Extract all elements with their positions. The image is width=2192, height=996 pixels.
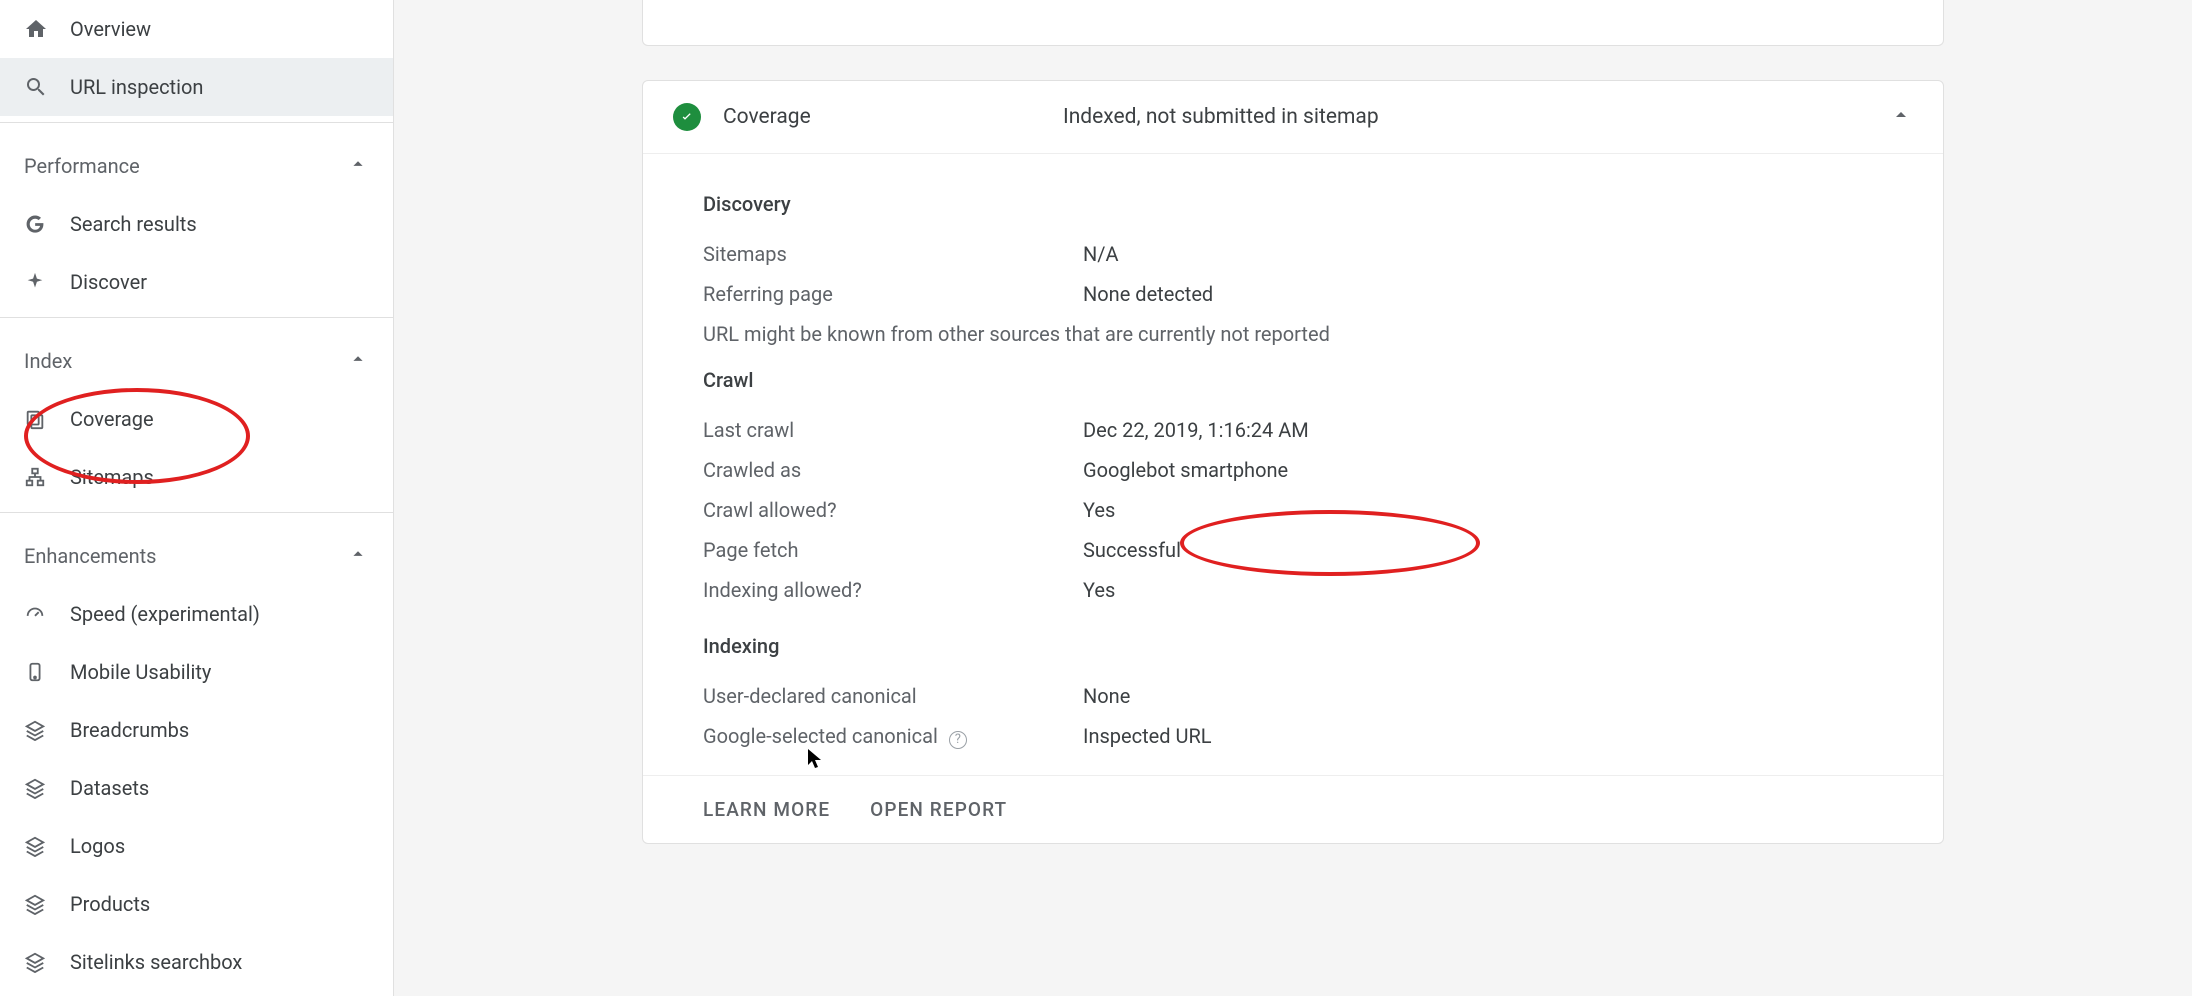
label-last-crawl: Last crawl <box>703 418 1083 442</box>
sidebar-item-label: Discover <box>70 270 147 294</box>
help-icon[interactable]: ? <box>949 731 967 749</box>
value-google-canonical: Inspected URL <box>1083 724 1212 749</box>
check-circle-icon <box>673 103 701 131</box>
coverage-card-status: Indexed, not submitted in sitemap <box>1063 105 1889 129</box>
value-referring-page: None detected <box>1083 282 1213 306</box>
value-sitemaps: N/A <box>1083 242 1119 266</box>
sidebar-item-mobile-usability[interactable]: Mobile Usability <box>0 643 393 701</box>
label-crawl-allowed: Crawl allowed? <box>703 498 1083 522</box>
discovery-note: URL might be known from other sources th… <box>703 322 1883 346</box>
row-referring-page: Referring page None detected <box>703 274 1883 314</box>
label-sitemaps: Sitemaps <box>703 242 1083 266</box>
sidebar-item-label: Overview <box>70 17 151 41</box>
chevron-up-icon <box>347 543 369 570</box>
sidebar-section-index[interactable]: Index <box>0 332 393 390</box>
sidebar-item-sitelinks-searchbox[interactable]: Sitelinks searchbox <box>0 933 393 991</box>
row-last-crawl: Last crawl Dec 22, 2019, 1:16:24 AM <box>703 410 1883 450</box>
sidebar-item-discover[interactable]: Discover <box>0 253 393 311</box>
sidebar: Overview URL inspection Performance Sear… <box>0 0 394 996</box>
row-sitemaps: Sitemaps N/A <box>703 234 1883 274</box>
label-user-canonical: User-declared canonical <box>703 684 1083 708</box>
layers-icon <box>24 951 70 973</box>
row-google-canonical: Google-selected canonical ? Inspected UR… <box>703 716 1883 757</box>
label-page-fetch: Page fetch <box>703 538 1083 562</box>
layers-icon <box>24 777 70 799</box>
sidebar-item-breadcrumbs[interactable]: Breadcrumbs <box>0 701 393 759</box>
sidebar-item-search-results[interactable]: Search results <box>0 195 393 253</box>
label-crawled-as: Crawled as <box>703 458 1083 482</box>
value-crawled-as: Googlebot smartphone <box>1083 458 1288 482</box>
sidebar-item-label: Sitemaps <box>70 465 154 489</box>
mobile-icon <box>24 661 70 683</box>
sidebar-item-url-inspection[interactable]: URL inspection <box>0 58 393 116</box>
row-indexing-allowed: Indexing allowed? Yes <box>703 570 1883 610</box>
row-crawled-as: Crawled as Googlebot smartphone <box>703 450 1883 490</box>
sidebar-item-label: Breadcrumbs <box>70 718 189 742</box>
speed-icon <box>24 603 70 625</box>
sidebar-item-label: Datasets <box>70 776 149 800</box>
coverage-card-body: Discovery Sitemaps N/A Referring page No… <box>643 154 1943 775</box>
crawl-heading: Crawl <box>703 368 1883 392</box>
layers-icon <box>24 719 70 741</box>
sidebar-item-label: Mobile Usability <box>70 660 211 684</box>
sidebar-item-label: Logos <box>70 834 125 858</box>
coverage-card-title: Coverage <box>723 105 1063 129</box>
label-referring-page: Referring page <box>703 282 1083 306</box>
sidebar-item-coverage[interactable]: Coverage <box>0 390 393 448</box>
home-icon <box>24 17 70 41</box>
sidebar-item-label: Coverage <box>70 407 154 431</box>
sidebar-item-label: Sitelinks searchbox <box>70 950 242 974</box>
discover-icon <box>24 271 70 293</box>
value-last-crawl: Dec 22, 2019, 1:16:24 AM <box>1083 418 1309 442</box>
coverage-card-actions: LEARN MORE OPEN REPORT <box>643 775 1943 843</box>
label-indexing-allowed: Indexing allowed? <box>703 578 1083 602</box>
chevron-up-icon <box>1889 103 1913 131</box>
coverage-card: Coverage Indexed, not submitted in sitem… <box>642 80 1944 844</box>
value-page-fetch: Successful <box>1083 538 1181 562</box>
sidebar-item-overview[interactable]: Overview <box>0 0 393 58</box>
value-user-canonical: None <box>1083 684 1130 708</box>
sitemaps-icon <box>24 466 70 488</box>
sidebar-item-label: Speed (experimental) <box>70 602 260 626</box>
sidebar-section-performance[interactable]: Performance <box>0 137 393 195</box>
label-google-canonical: Google-selected canonical ? <box>703 724 1083 749</box>
coverage-card-header[interactable]: Coverage Indexed, not submitted in sitem… <box>643 81 1943 154</box>
sidebar-item-sitemaps[interactable]: Sitemaps <box>0 448 393 506</box>
value-crawl-allowed: Yes <box>1083 498 1115 522</box>
indexing-heading: Indexing <box>703 634 1883 658</box>
row-crawl-allowed: Crawl allowed? Yes <box>703 490 1883 530</box>
sidebar-section-label: Performance <box>24 154 140 178</box>
learn-more-button[interactable]: LEARN MORE <box>703 798 830 821</box>
sidebar-item-logos[interactable]: Logos <box>0 817 393 875</box>
sidebar-section-label: Enhancements <box>24 544 156 568</box>
sidebar-item-products[interactable]: Products <box>0 875 393 933</box>
sidebar-item-label: Search results <box>70 212 197 236</box>
value-indexing-allowed: Yes <box>1083 578 1115 602</box>
sidebar-item-speed[interactable]: Speed (experimental) <box>0 585 393 643</box>
sidebar-item-label: URL inspection <box>70 75 203 99</box>
chevron-up-icon <box>347 348 369 375</box>
chevron-up-icon <box>347 153 369 180</box>
sidebar-section-enhancements[interactable]: Enhancements <box>0 527 393 585</box>
layers-icon <box>24 893 70 915</box>
row-user-canonical: User-declared canonical None <box>703 676 1883 716</box>
top-card-stub <box>642 0 1944 46</box>
coverage-icon <box>24 408 70 430</box>
sidebar-item-datasets[interactable]: Datasets <box>0 759 393 817</box>
sidebar-section-label: Index <box>24 349 72 373</box>
sidebar-item-label: Products <box>70 892 150 916</box>
row-page-fetch: Page fetch Successful <box>703 530 1883 570</box>
google-icon <box>24 213 70 235</box>
discovery-heading: Discovery <box>703 192 1883 216</box>
search-icon <box>24 75 70 99</box>
layers-icon <box>24 835 70 857</box>
main-content: Coverage Indexed, not submitted in sitem… <box>394 0 2192 996</box>
open-report-button[interactable]: OPEN REPORT <box>870 798 1007 821</box>
